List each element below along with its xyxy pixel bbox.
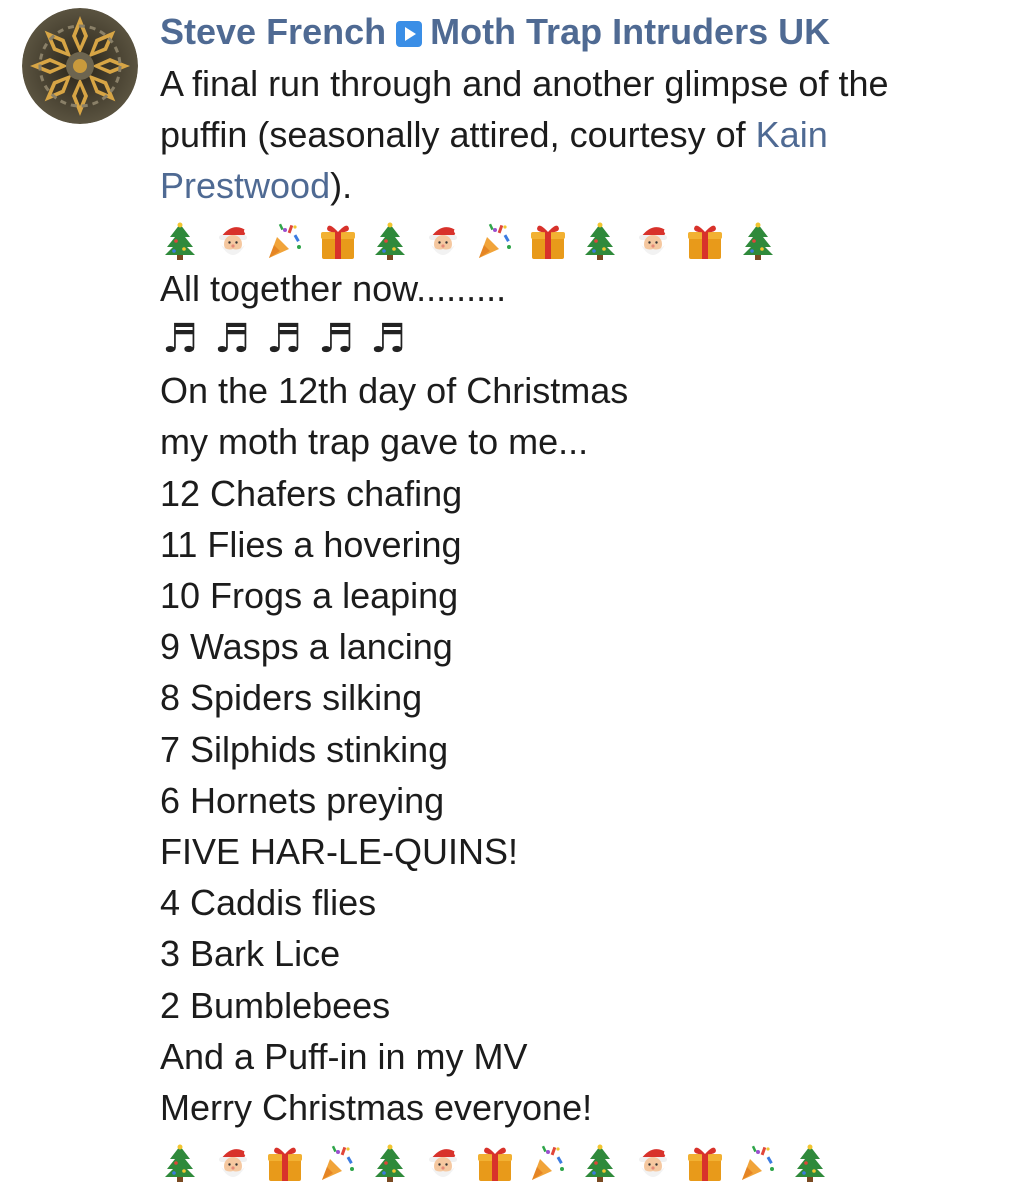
santa-emoji-icon xyxy=(633,1143,673,1183)
music-notes-row: ♬ ♬ ♬ ♬ ♬ xyxy=(160,314,1010,365)
popper-emoji-icon xyxy=(318,1143,358,1183)
verse-line: 7 Silphids stinking xyxy=(160,728,449,770)
verse-line: On the 12th day of Christmas xyxy=(160,370,629,412)
post-header: Steve French Moth Trap Intruders UK xyxy=(160,8,1010,56)
verse-line: 6 Hornets preying xyxy=(160,779,445,821)
tagged-user-link-part1[interactable]: Kain xyxy=(756,114,828,155)
intro-text: puffin (seasonally attired, courtesy of xyxy=(160,114,756,156)
emoji-row-bottom xyxy=(160,1133,1010,1184)
tree-emoji-icon xyxy=(370,1143,410,1183)
tree-emoji-icon xyxy=(580,1143,620,1183)
group-name[interactable]: Moth Trap Intruders UK xyxy=(430,11,830,52)
tree-emoji-icon xyxy=(580,221,620,261)
verse-line: 12 Chafers chafing xyxy=(160,472,463,514)
santa-emoji-icon xyxy=(213,1143,253,1183)
music-note-icon: ♬ xyxy=(266,316,302,362)
intro-line-2: puffin (seasonally attired, courtesy of … xyxy=(160,109,1010,160)
avatar[interactable] xyxy=(22,8,138,124)
avatar-image xyxy=(22,8,138,124)
verse-line: my moth trap gave to me... xyxy=(160,421,589,463)
tree-emoji-icon xyxy=(790,1143,830,1183)
gift-emoji-icon xyxy=(475,1143,515,1183)
music-note-icon: ♬ xyxy=(214,316,250,362)
intro-line-1: A final run through and another glimpse … xyxy=(160,63,889,104)
intro-line-3: Prestwood). xyxy=(160,160,1010,211)
verse-line: 9 Wasps a lancing xyxy=(160,626,453,668)
post: Steve French Moth Trap Intruders UK A fin… xyxy=(160,8,1010,1184)
santa-emoji-icon xyxy=(213,221,253,261)
tree-emoji-icon xyxy=(160,221,200,261)
verse-line: 3 Bark Lice xyxy=(160,933,341,975)
popper-emoji-icon xyxy=(738,1143,778,1183)
verse-line: 11 Flies a hovering xyxy=(160,523,462,565)
gift-emoji-icon xyxy=(685,1143,725,1183)
verse-line: 8 Spiders silking xyxy=(160,677,423,719)
together-line: All together now......... xyxy=(160,267,507,309)
verse-line: FIVE HAR-LE-QUINS! xyxy=(160,831,519,873)
verse-line: 2 Bumblebees xyxy=(160,984,391,1026)
tagged-user-link-part2[interactable]: Prestwood xyxy=(160,165,330,206)
popper-emoji-icon xyxy=(265,221,305,261)
post-body: A final run through and another glimpse … xyxy=(160,58,1010,1184)
intro-end: ). xyxy=(330,165,353,207)
tree-emoji-icon xyxy=(738,221,778,261)
santa-emoji-icon xyxy=(633,221,673,261)
music-note-icon: ♬ xyxy=(162,316,198,362)
gift-emoji-icon xyxy=(685,221,725,261)
gift-emoji-icon xyxy=(528,221,568,261)
popper-emoji-icon xyxy=(528,1143,568,1183)
santa-emoji-icon xyxy=(423,1143,463,1183)
gift-emoji-icon xyxy=(265,1143,305,1183)
author-name[interactable]: Steve French xyxy=(160,11,386,52)
music-note-icon: ♬ xyxy=(370,316,406,362)
verse-line: 10 Frogs a leaping xyxy=(160,575,459,616)
emoji-row-top xyxy=(160,212,1010,263)
popper-emoji-icon xyxy=(475,221,515,261)
verse-line: Merry Christmas everyone! xyxy=(160,1087,593,1129)
share-arrow-icon xyxy=(396,21,423,47)
music-note-icon: ♬ xyxy=(318,316,354,362)
tree-emoji-icon xyxy=(160,1143,200,1183)
santa-emoji-icon xyxy=(423,221,463,261)
verse-line: And a Puff-in in my MV xyxy=(160,1035,528,1077)
verse-line: 4 Caddis flies xyxy=(160,882,377,924)
verse: On the 12th day of Christmas my moth trap… xyxy=(160,365,1010,1133)
gift-emoji-icon xyxy=(318,221,358,261)
tree-emoji-icon xyxy=(370,221,410,261)
